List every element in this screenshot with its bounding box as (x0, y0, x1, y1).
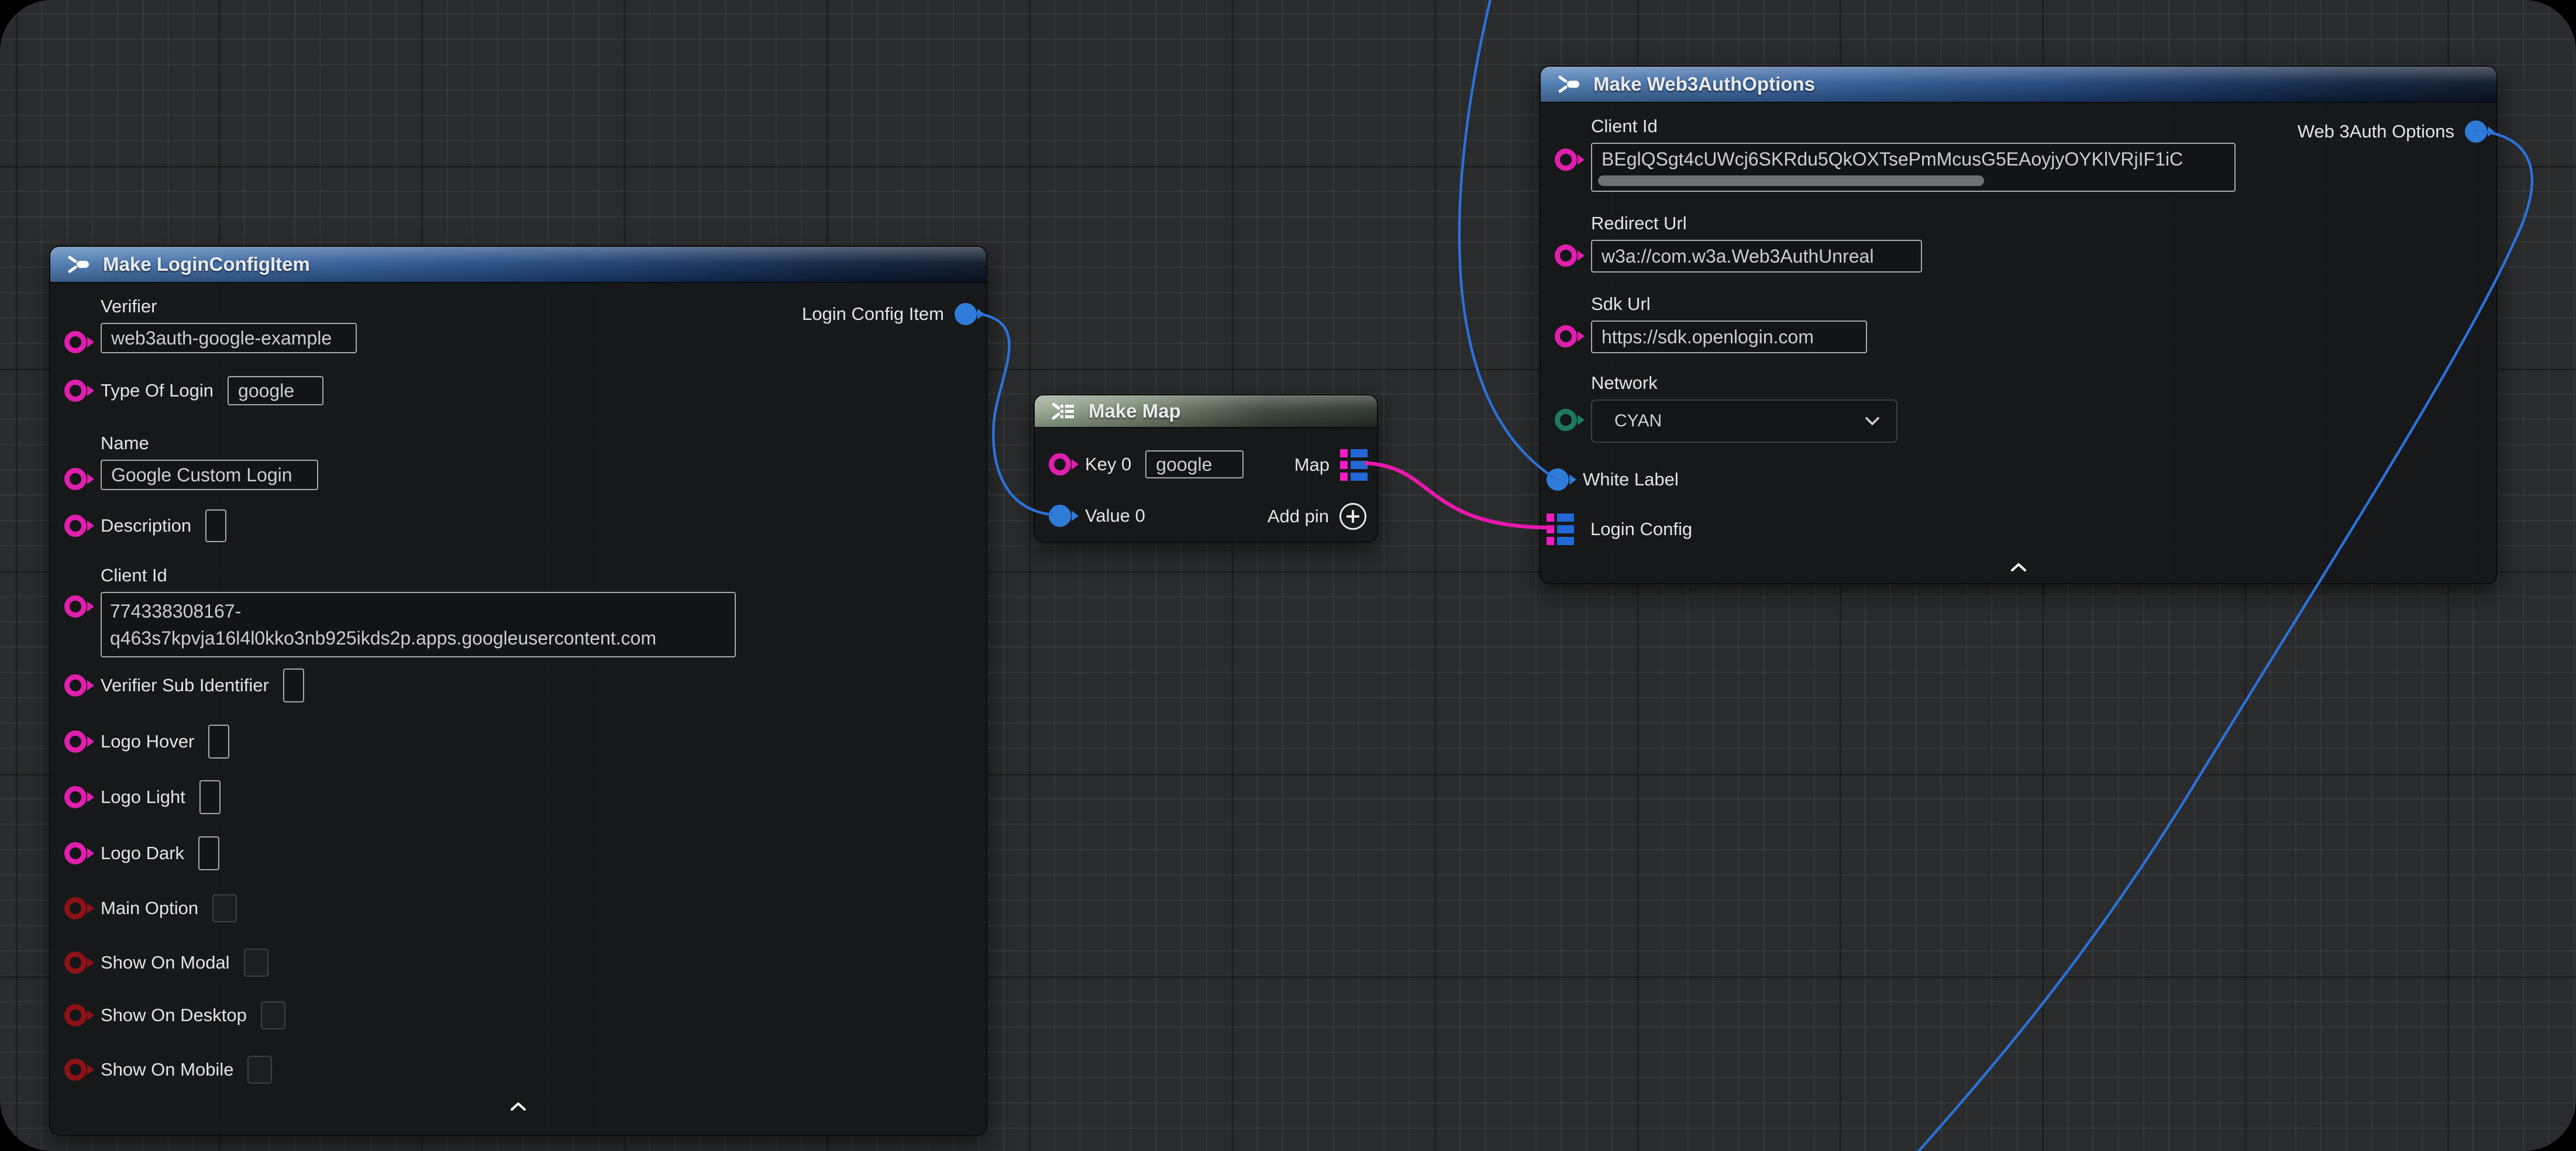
node-make-map[interactable]: Make Map Key 0 google Map Value 0 Add pi… (1034, 394, 1378, 543)
collapse-chevron-icon[interactable] (2010, 563, 2027, 572)
pin-value-0[interactable] (1049, 505, 1071, 527)
node-header[interactable]: Make LoginConfigItem (50, 247, 986, 283)
pin-label: Sdk Url (1591, 294, 1867, 315)
redirect-url-input[interactable]: w3a://com.w3a.Web3AuthUnreal (1591, 240, 1922, 273)
node-make-web3auth-options[interactable]: Make Web3AuthOptions Web 3Auth Options C… (1540, 66, 2498, 584)
verifier-input[interactable]: web3auth-google-example (101, 323, 357, 353)
pin-label: Show On Modal (101, 952, 230, 973)
pin-web3auth-options-output[interactable] (2465, 120, 2487, 143)
show-on-modal-checkbox[interactable] (244, 949, 268, 977)
pin-login-config[interactable] (1547, 514, 1574, 545)
pin-type-of-login[interactable] (64, 380, 87, 402)
pin-sdk-url[interactable] (1555, 325, 1577, 347)
pin-redirect-url[interactable] (1555, 244, 1577, 267)
sdk-url-input[interactable]: https://sdk.openlogin.com (1591, 321, 1867, 353)
network-dropdown[interactable]: CYAN (1591, 399, 1897, 443)
pin-label: Show On Mobile (101, 1059, 233, 1080)
add-pin-icon[interactable] (1339, 503, 1366, 530)
add-pin-label: Add pin (1268, 506, 1329, 527)
pin-label: Verifier (101, 296, 357, 317)
pin-logo-hover[interactable] (64, 730, 87, 753)
pin-label: Map (1294, 454, 1330, 475)
key-0-input[interactable]: google (1145, 450, 1244, 478)
pin-label: Client Id (101, 565, 736, 586)
pin-label: Network (1591, 373, 1897, 394)
type-of-login-input[interactable]: google (228, 376, 323, 405)
pin-label: Logo Light (101, 787, 185, 808)
pin-label: Show On Desktop (101, 1005, 247, 1026)
node-title: Make Map (1089, 400, 1181, 422)
client-id-input[interactable]: 774338308167- q463s7kpvja16l4l0kko3nb925… (101, 592, 736, 657)
pin-verifier[interactable] (64, 331, 87, 353)
pin-label: Web 3Auth Options (2298, 121, 2454, 142)
pin-logo-light[interactable] (64, 786, 87, 808)
pin-main-option[interactable] (64, 897, 87, 919)
pin-label: Main Option (101, 898, 198, 919)
blueprint-editor: Make LoginConfigItem Login Config Item V… (0, 0, 2576, 1151)
pin-label: Verifier Sub Identifier (101, 675, 269, 696)
pin-label: Login Config Item (802, 304, 944, 325)
pin-label: Description (101, 515, 191, 536)
description-input[interactable] (205, 509, 226, 542)
make-struct-icon (66, 254, 91, 275)
logo-dark-input[interactable] (198, 836, 219, 870)
pin-client-id[interactable] (64, 595, 87, 618)
show-on-desktop-checkbox[interactable] (261, 1001, 285, 1029)
pin-label: Login Config (1590, 519, 1692, 540)
node-title: Make Web3AuthOptions (1593, 73, 1815, 95)
wire-map-to-login-config[interactable] (1366, 463, 1551, 528)
pin-description[interactable] (64, 515, 87, 537)
pin-label: Logo Dark (101, 843, 184, 864)
pin-show-on-modal[interactable] (64, 952, 87, 974)
pin-map-output[interactable] (1340, 449, 1368, 481)
logo-hover-input[interactable] (208, 725, 229, 759)
pin-key-0[interactable] (1049, 453, 1071, 475)
pin-show-on-desktop[interactable] (64, 1004, 87, 1026)
pin-label: Key 0 (1085, 454, 1131, 475)
verifier-sub-identifier-input[interactable] (283, 668, 304, 702)
network-dropdown-value: CYAN (1614, 411, 1662, 431)
pin-verifier-sub-identifier[interactable] (64, 674, 87, 697)
node-header[interactable]: Make Web3AuthOptions (1541, 67, 2496, 103)
horizontal-scrollbar[interactable] (1598, 175, 1984, 186)
pin-client-id[interactable] (1555, 149, 1577, 171)
pin-network[interactable] (1555, 409, 1577, 431)
pin-label: Logo Hover (101, 731, 194, 752)
client-id-line2: q463s7kpvja16l4l0kko3nb925ikds2p.apps.go… (110, 625, 726, 652)
pin-label: Client Id (1591, 116, 2236, 137)
pin-label: Name (101, 433, 318, 454)
client-id-input[interactable]: BEglQSgt4cUWcj6SKRdu5QkOXTsePmMcusG5EAoy… (1591, 143, 2236, 192)
show-on-mobile-checkbox[interactable] (247, 1056, 272, 1084)
node-title: Make LoginConfigItem (103, 253, 310, 275)
pin-show-on-mobile[interactable] (64, 1059, 87, 1081)
pin-label: Type Of Login (101, 380, 213, 401)
pin-label: Redirect Url (1591, 213, 1922, 234)
pin-name[interactable] (64, 468, 87, 490)
make-map-icon (1050, 401, 1077, 422)
node-header[interactable]: Make Map (1035, 395, 1377, 428)
chevron-down-icon (1865, 416, 1880, 426)
pin-label: White Label (1583, 469, 1679, 490)
client-id-line1: 774338308167- (110, 598, 726, 625)
main-option-checkbox[interactable] (212, 894, 237, 922)
collapse-chevron-icon[interactable] (510, 1102, 526, 1111)
pin-label: Value 0 (1085, 505, 1145, 526)
name-input[interactable]: Google Custom Login (101, 460, 318, 490)
client-id-text: BEglQSgt4cUWcj6SKRdu5QkOXTsePmMcusG5EAoy… (1602, 144, 2183, 174)
pin-login-config-item-output[interactable] (955, 303, 977, 325)
graph-canvas[interactable]: Make LoginConfigItem Login Config Item V… (0, 0, 2576, 1151)
pin-logo-dark[interactable] (64, 842, 87, 864)
make-struct-icon (1556, 74, 1582, 95)
pin-white-label[interactable] (1547, 468, 1569, 491)
logo-light-input[interactable] (199, 780, 221, 814)
node-make-login-config-item[interactable]: Make LoginConfigItem Login Config Item V… (49, 246, 987, 1136)
